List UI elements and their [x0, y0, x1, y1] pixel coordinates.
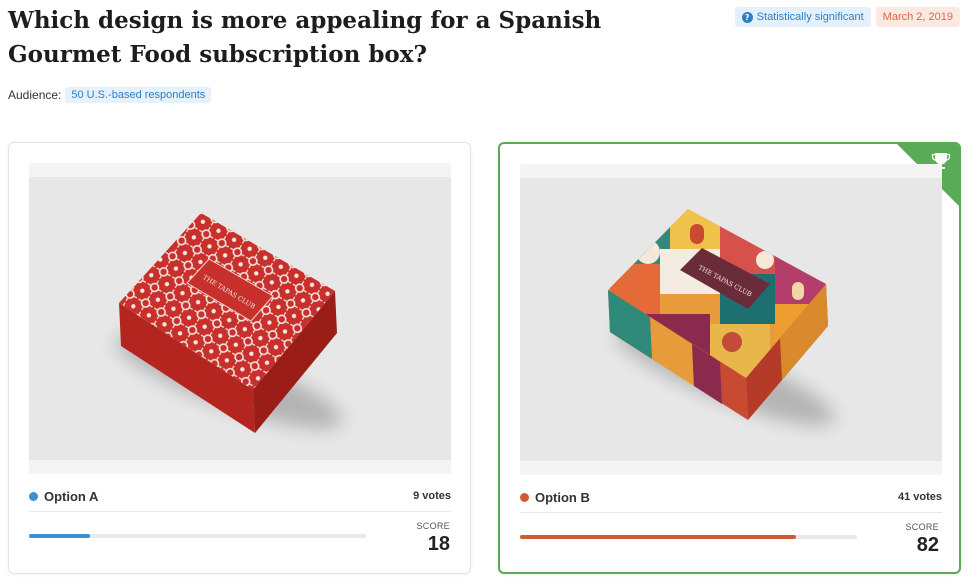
option-a-votes: 9 votes: [413, 490, 451, 502]
option-b-score-fill: [520, 535, 797, 539]
question-circle-icon[interactable]: ?: [741, 11, 753, 23]
significance-text: Statistically significant: [756, 11, 864, 23]
date-badge: March 2, 2019: [875, 7, 960, 27]
option-a-label: Option A: [44, 488, 99, 504]
option-b-score-label: SCORE: [905, 522, 939, 532]
option-a-header: Option A 9 votes: [29, 486, 451, 506]
option-b-color-dot: [520, 492, 529, 502]
option-b-score-bar: [520, 535, 857, 539]
option-b-header: Option B 41 votes: [520, 487, 942, 507]
box-a-illustration: THE TAPAS CLUB: [115, 213, 343, 433]
option-card-b[interactable]: THE TAPAS CLUB Option B 41 votes SCORE 8…: [498, 142, 961, 574]
header-badges: ? Statistically significant March 2, 201…: [734, 7, 960, 27]
option-a-score-fill: [29, 534, 90, 538]
option-b-votes: 41 votes: [897, 491, 942, 503]
divider: [520, 512, 942, 513]
option-b-score: 82: [916, 534, 939, 556]
divider: [29, 511, 451, 512]
option-card-a[interactable]: THE TAPAS CLUB Option A 9 votes SCORE 18: [8, 142, 471, 574]
option-a-score-bar: [29, 534, 366, 538]
audience-row: Audience: 50 U.S.-based respondents: [8, 87, 212, 103]
option-a-score-label: SCORE: [416, 521, 450, 531]
audience-badge: 50 U.S.-based respondents: [65, 87, 212, 103]
question-title: Which design is more appealing for a Spa…: [8, 7, 602, 68]
box-b-illustration: THE TAPAS CLUB: [608, 209, 835, 426]
audience-label: Audience:: [8, 88, 62, 102]
option-b-image[interactable]: THE TAPAS CLUB: [520, 164, 942, 475]
option-a-color-dot: [29, 491, 38, 501]
significance-badge: ? Statistically significant: [734, 7, 871, 27]
option-b-label: Option B: [535, 489, 590, 505]
option-a-score: 18: [427, 533, 450, 555]
option-a-image[interactable]: THE TAPAS CLUB: [29, 163, 451, 474]
